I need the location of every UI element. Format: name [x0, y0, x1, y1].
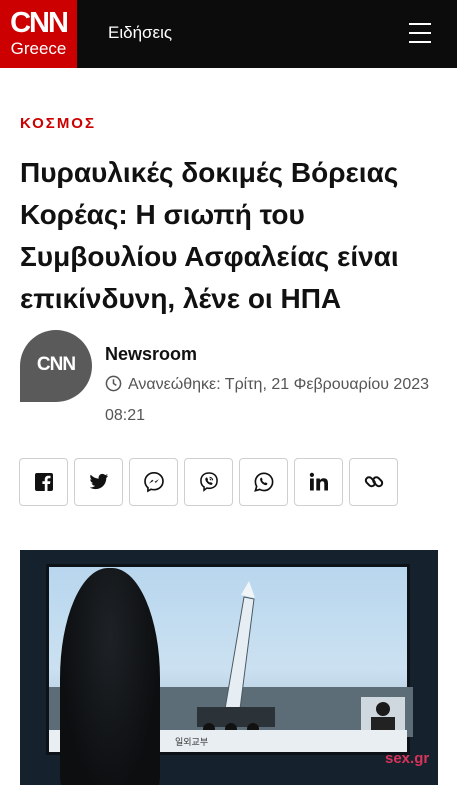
updated-timestamp: Ανανεώθηκε: Τρίτη, 21 Φεβρουαρίου 2023 0…	[105, 371, 440, 430]
copy-link-button[interactable]	[349, 458, 398, 506]
person-silhouette	[60, 568, 160, 785]
link-icon	[364, 476, 383, 488]
hamburger-menu-icon[interactable]	[405, 20, 435, 46]
twitter-icon	[89, 473, 108, 490]
viber-share-button[interactable]	[184, 458, 233, 506]
top-navbar: CNN Greece Ειδήσεις	[0, 0, 457, 68]
logo-cnn-text: CNN	[10, 7, 69, 39]
nav-news-link[interactable]: Ειδήσεις	[108, 23, 172, 43]
share-bar	[19, 458, 398, 506]
author-name[interactable]: Newsroom	[105, 344, 197, 364]
logo-greece-text: Greece	[10, 39, 67, 58]
clock-icon	[105, 374, 122, 402]
author-avatar: CNN	[20, 330, 92, 402]
messenger-share-button[interactable]	[129, 458, 178, 506]
facebook-icon	[34, 473, 53, 491]
watermark-text: sex.gr	[385, 750, 430, 767]
tv-caption-text: 일외교부	[175, 737, 209, 747]
whatsapp-icon	[253, 472, 273, 492]
viber-icon	[199, 472, 218, 492]
article-headline: Πυραυλικές δοκιμές Βόρειας Κορέας: Η σιω…	[20, 157, 399, 314]
cnn-greece-logo[interactable]: CNN Greece	[0, 0, 77, 68]
twitter-share-button[interactable]	[74, 458, 123, 506]
section-label[interactable]: ΚΟΣΜΟΣ	[20, 115, 96, 133]
article-hero-image: 일외교부	[20, 550, 438, 785]
messenger-icon	[143, 472, 164, 493]
avatar-cnn-text: CNN	[36, 354, 76, 375]
linkedin-share-button[interactable]	[294, 458, 343, 506]
linkedin-icon	[309, 472, 328, 491]
facebook-share-button[interactable]	[19, 458, 68, 506]
updated-text: Ανανεώθηκε: Τρίτη, 21 Φεβρουαρίου 2023 0…	[105, 376, 430, 424]
whatsapp-share-button[interactable]	[239, 458, 288, 506]
